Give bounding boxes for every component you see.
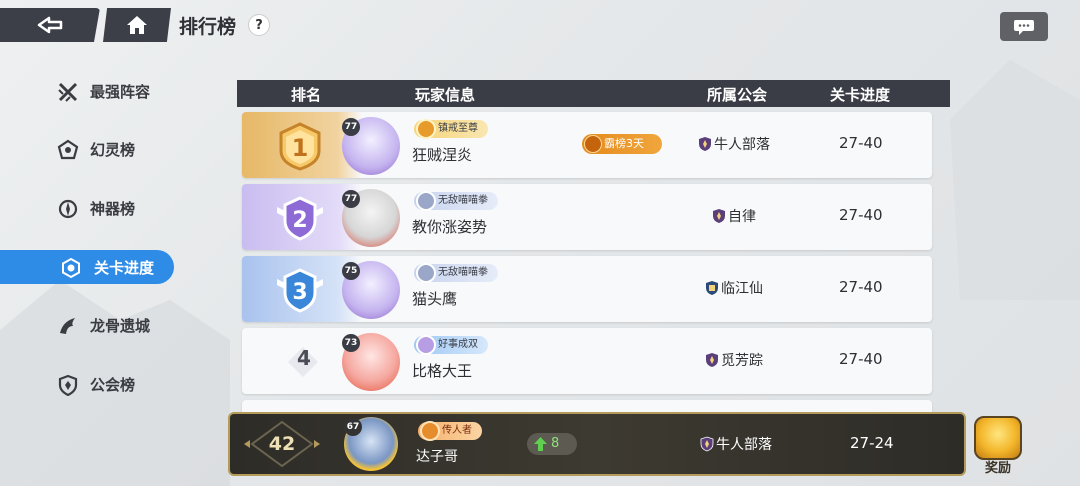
guild-emblem-icon [713, 209, 725, 223]
player-name: 狂贼涅炎 [412, 146, 473, 164]
title-tag-label: 无敌喵喵拳 [438, 195, 488, 206]
honor-badge: 霸榜3天 [582, 134, 662, 154]
player-level-badge: 77 [342, 190, 360, 208]
my-stage-progress: 27-24 [850, 434, 894, 452]
guild-emblem-icon [706, 281, 718, 295]
stage-progress-value: 27-40 [839, 350, 883, 368]
gold-rank-badge-icon: 1 [279, 122, 321, 171]
my-player-name: 达子哥 [416, 449, 458, 465]
top-bar: 排行榜 ? [0, 8, 271, 42]
reward-button[interactable]: 奖励 [968, 412, 1028, 478]
sidebar-item-stage-progress[interactable]: 关卡进度 [0, 250, 174, 284]
back-button[interactable] [0, 8, 100, 42]
title-tag-label: 好事成双 [438, 339, 478, 350]
sidebar-item-dragon-ruins[interactable]: 龙骨遗城 [0, 308, 180, 342]
sidebar-item-label: 最强阵容 [90, 82, 151, 101]
title-torch-icon [420, 421, 440, 441]
column-header-rank: 排名 [291, 86, 322, 104]
player-name: 猫头鹰 [412, 290, 458, 308]
rank-change-badge: 8 [527, 433, 577, 455]
table-row[interactable]: 1 77 镇戒至尊 狂贼涅炎 霸榜3天 牛人部落 27-40 [242, 112, 932, 178]
chat-bubble-icon [1014, 19, 1034, 35]
up-arrow-icon [534, 437, 547, 451]
guild-shield-icon [58, 374, 78, 396]
sidebar-item-artifact-rank[interactable]: 神器榜 [0, 191, 180, 225]
player-title-tag: 无敌喵喵拳 [414, 191, 498, 211]
table-row[interactable]: 4 73 好事成双 比格大王 觅芳踪 27-40 [242, 328, 932, 394]
player-title-tag: 好事成双 [414, 335, 488, 355]
reward-label: 奖励 [984, 461, 1011, 476]
artifact-icon [58, 199, 78, 219]
sidebar-item-label: 龙骨遗城 [90, 316, 151, 335]
title-tag-label: 传人者 [442, 425, 472, 436]
stage-icon [62, 257, 80, 279]
guild-name: 牛人部落 [716, 437, 772, 453]
player-level-badge: 75 [342, 262, 360, 280]
table-row[interactable]: 3 75 无敌喵喵拳 猫头鹰 临江仙 27-40 [242, 256, 932, 322]
my-rank-number: 42 [268, 433, 296, 455]
back-arrow-icon [37, 16, 63, 34]
stage-progress-value: 27-40 [839, 134, 883, 152]
help-button[interactable]: ? [248, 14, 271, 36]
rank-number: 4 [297, 346, 311, 370]
player-name: 比格大王 [412, 362, 473, 380]
guild-info: 觅芳踪 [705, 350, 763, 370]
my-guild-info: 牛人部落 [700, 434, 772, 454]
sidebar-item-spirit-rank[interactable]: 幻灵榜 [0, 132, 180, 166]
guild-info: 自律 [712, 206, 756, 226]
home-icon [127, 16, 147, 34]
spirit-icon [57, 139, 79, 160]
column-header-guild: 所属公会 [707, 86, 768, 104]
sidebar-item-strongest-lineup[interactable]: 最强阵容 [0, 74, 180, 108]
sidebar-item-label: 幻灵榜 [90, 140, 136, 159]
sidebar-item-guild-rank[interactable]: 公会榜 [0, 367, 180, 401]
guild-emblem-icon [706, 353, 718, 367]
player-level-badge: 73 [342, 334, 360, 352]
title-cat-icon [416, 263, 436, 283]
title-rings-icon [416, 335, 436, 355]
rank-number: 3 [292, 280, 307, 305]
my-rank-bar[interactable]: 42 67 传人者 达子哥 8 牛人部落 27-24 [228, 412, 966, 476]
trophy-icon [584, 135, 602, 153]
dragon-icon [60, 318, 75, 334]
rank-number: 2 [292, 208, 307, 233]
guild-info: 临江仙 [705, 278, 763, 298]
rank-change-value: 8 [551, 436, 560, 451]
guild-name: 牛人部落 [714, 137, 770, 153]
silver-rank-badge-icon: 2 [277, 196, 323, 241]
honor-label: 霸榜3天 [604, 137, 644, 150]
table-row[interactable]: 2 77 无敌喵喵拳 教你涨姿势 自律 27-40 [242, 184, 932, 250]
sidebar-item-label: 关卡进度 [94, 258, 155, 277]
title-medal-icon [416, 119, 436, 139]
guild-name: 觅芳踪 [721, 353, 763, 369]
title-tag-label: 镇戒至尊 [438, 123, 478, 134]
title-tag-label: 无敌喵喵拳 [438, 267, 488, 278]
bronze-rank-badge-icon: 3 [277, 268, 323, 313]
guild-name: 自律 [728, 209, 756, 225]
page-title: 排行榜 [179, 15, 237, 38]
treasure-chest-icon [974, 416, 1022, 460]
column-header-stage-progress: 关卡进度 [830, 86, 891, 104]
guild-emblem-icon [699, 137, 711, 151]
sidebar-item-label: 公会榜 [90, 375, 136, 394]
player-title-tag: 镇戒至尊 [414, 119, 488, 139]
guild-info: 牛人部落 [698, 134, 770, 154]
stage-progress-value: 27-40 [839, 206, 883, 224]
chat-button[interactable] [1000, 12, 1048, 41]
guild-name: 临江仙 [721, 281, 763, 297]
player-name: 教你涨姿势 [412, 218, 488, 236]
my-level-badge: 67 [344, 418, 362, 436]
player-title-tag: 无敌喵喵拳 [414, 263, 498, 283]
player-level-badge: 77 [342, 118, 360, 136]
stage-progress-value: 27-40 [839, 278, 883, 296]
guild-emblem-icon [700, 436, 714, 452]
table-header: 排名 玩家信息 所属公会 关卡进度 [237, 80, 950, 107]
swords-icon [58, 82, 78, 102]
column-header-player-info: 玩家信息 [415, 86, 476, 104]
sidebar-item-label: 神器榜 [90, 199, 136, 218]
home-button[interactable] [103, 8, 171, 42]
rank-number: 1 [292, 134, 309, 162]
my-title-tag: 传人者 [418, 421, 482, 441]
title-cat-icon [416, 191, 436, 211]
